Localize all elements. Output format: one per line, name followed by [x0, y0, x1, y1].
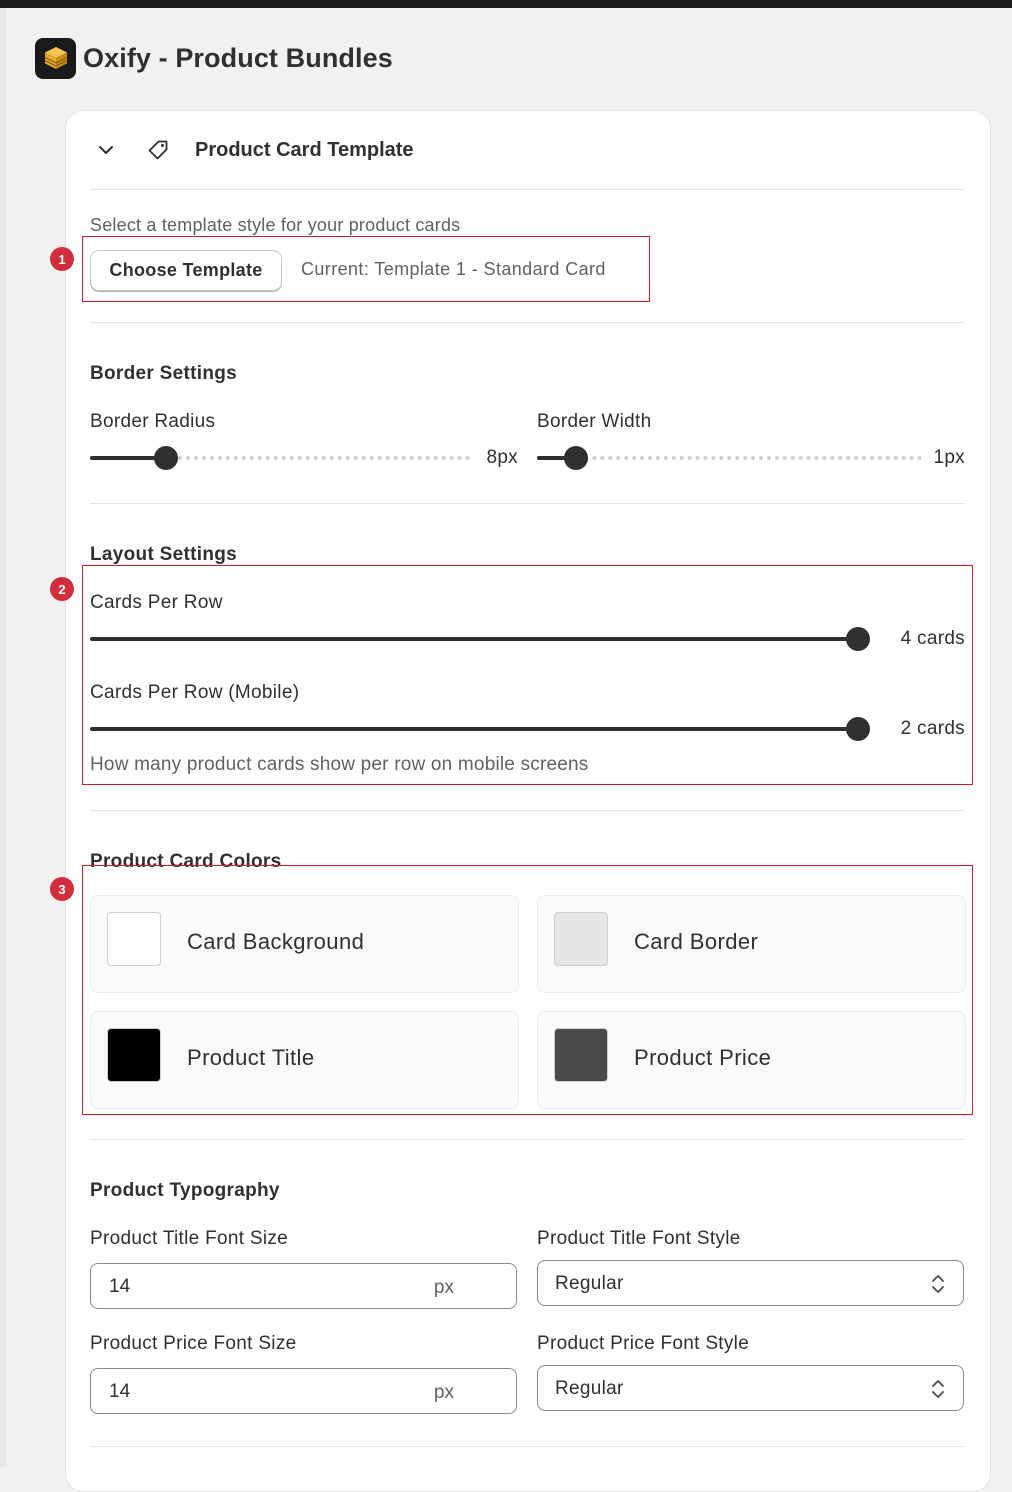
slider-thumb[interactable] — [154, 446, 178, 470]
annotation-badge-1: 1 — [50, 247, 74, 271]
chevron-down-icon[interactable] — [97, 141, 115, 159]
input-suffix: px — [433, 1277, 454, 1298]
slider-thumb[interactable] — [563, 446, 588, 470]
section-header[interactable]: Product Card Template — [97, 135, 414, 165]
divider — [90, 189, 965, 190]
title-font-size-label: Product Title Font Size — [90, 1228, 289, 1249]
border-radius-slider[interactable] — [90, 446, 470, 470]
border-width-label: Border Width — [537, 411, 652, 432]
input-suffix: px — [433, 1382, 454, 1403]
stacked-boxes-icon — [35, 37, 76, 79]
price-font-style-label: Product Price Font Style — [537, 1333, 750, 1354]
app-header: Oxify - Product Bundles — [35, 37, 393, 79]
cards-per-row-mobile-label: Cards Per Row (Mobile) — [90, 682, 300, 703]
left-edge-strip — [0, 8, 6, 1466]
title-font-style-label: Product Title Font Style — [537, 1228, 741, 1249]
tag-icon — [147, 139, 169, 161]
price-font-size-label: Product Price Font Size — [90, 1333, 297, 1354]
cards-per-row-slider[interactable] — [90, 627, 870, 651]
border-width-value: 1px — [933, 447, 965, 468]
cards-per-row-label: Cards Per Row — [90, 592, 223, 613]
cards-per-row-help: How many product cards show per row on m… — [90, 754, 589, 775]
select-value: Regular — [555, 1273, 624, 1294]
border-settings-heading: Border Settings — [90, 363, 238, 384]
slider-thumb[interactable] — [846, 627, 870, 651]
price-font-style-select[interactable]: Regular — [537, 1365, 964, 1411]
input-value[interactable]: 14 — [109, 1381, 130, 1403]
title-font-style-select[interactable]: Regular — [537, 1260, 964, 1306]
cards-per-row-mobile-slider[interactable] — [90, 717, 870, 741]
color-label: Card Border — [634, 929, 759, 954]
price-font-size-input[interactable]: 14 px — [90, 1368, 517, 1414]
color-swatch[interactable] — [554, 1028, 608, 1082]
cards-per-row-value: 4 cards — [900, 628, 965, 649]
annotation-badge-3: 3 — [50, 877, 74, 901]
cards-per-row-mobile-value: 2 cards — [900, 718, 965, 739]
divider — [90, 322, 965, 323]
annotation-badge-2: 2 — [50, 577, 74, 601]
divider — [90, 1446, 965, 1447]
color-tile-card-background[interactable]: Card Background — [90, 895, 519, 993]
input-value[interactable]: 14 — [109, 1276, 130, 1298]
select-value: Regular — [555, 1378, 624, 1399]
color-label: Product Title — [187, 1045, 315, 1070]
divider — [90, 810, 965, 811]
app-title: Oxify - Product Bundles — [83, 42, 393, 73]
layout-settings-heading: Layout Settings — [90, 544, 238, 565]
annotation-box-1 — [82, 236, 650, 302]
color-label: Product Price — [634, 1045, 772, 1070]
window-top-bar — [0, 0, 1012, 8]
color-swatch[interactable] — [554, 912, 608, 966]
product-typography-heading: Product Typography — [90, 1180, 280, 1201]
select-chevron-icon — [931, 1378, 945, 1405]
color-tile-card-border[interactable]: Card Border — [537, 895, 966, 993]
color-swatch[interactable] — [107, 1028, 161, 1082]
slider-thumb[interactable] — [846, 717, 870, 741]
divider — [90, 1139, 965, 1140]
title-font-size-input[interactable]: 14 px — [90, 1263, 517, 1309]
color-tile-product-price[interactable]: Product Price — [537, 1011, 966, 1109]
color-label: Card Background — [187, 929, 365, 954]
template-hint: Select a template style for your product… — [90, 215, 461, 235]
border-radius-value: 8px — [486, 447, 518, 468]
select-chevron-icon — [931, 1273, 945, 1300]
border-radius-label: Border Radius — [90, 411, 216, 432]
divider — [90, 503, 965, 504]
section-title: Product Card Template — [195, 138, 414, 161]
border-width-slider[interactable] — [537, 446, 922, 470]
color-tile-product-title[interactable]: Product Title — [90, 1011, 519, 1109]
color-swatch[interactable] — [107, 912, 161, 966]
